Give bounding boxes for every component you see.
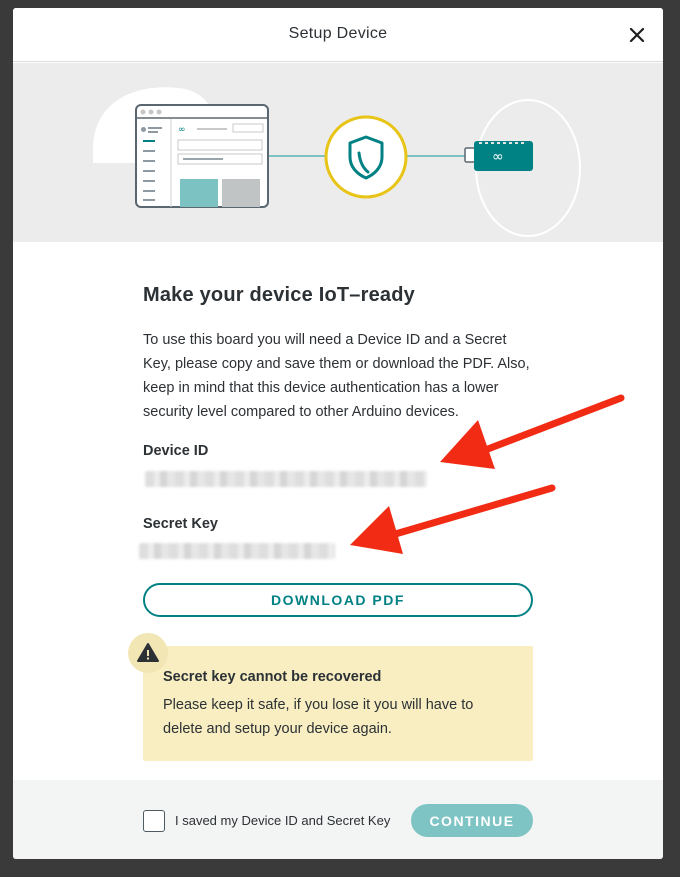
secret-key-value-redacted	[139, 543, 335, 559]
arduino-board-illustration: ∞	[463, 139, 535, 178]
device-id-value-redacted	[145, 471, 427, 487]
modal-header: Setup Device	[13, 8, 663, 62]
page-heading: Make your device IoT–ready	[143, 284, 415, 306]
modal-footer: I saved my Device ID and Secret Key CONT…	[13, 780, 663, 859]
warning-box: Secret key cannot be recovered Please ke…	[128, 633, 533, 761]
svg-text:∞: ∞	[178, 125, 186, 135]
warning-title: Secret key cannot be recovered	[163, 669, 382, 685]
hero-illustration: ∞ ∞	[13, 63, 663, 242]
secret-key-label: Secret Key	[143, 516, 218, 532]
saved-credentials-checkbox[interactable]	[143, 810, 165, 832]
description-text: To use this board you will need a Device…	[143, 332, 530, 420]
shield-icon	[324, 115, 408, 204]
svg-text:∞: ∞	[492, 149, 504, 165]
browser-window-illustration: ∞	[135, 104, 270, 215]
close-icon[interactable]	[623, 21, 651, 49]
checkbox-label: I saved my Device ID and Secret Key	[175, 813, 391, 828]
setup-device-modal: Setup Device ∞ ∞ Make your device IoT–re…	[13, 8, 663, 859]
download-pdf-button[interactable]: DOWNLOAD PDF	[143, 583, 533, 617]
warning-icon	[128, 633, 168, 673]
warning-text: Please keep it safe, if you lose it you …	[163, 697, 474, 737]
device-id-label: Device ID	[143, 443, 209, 459]
modal-title: Setup Device	[288, 25, 388, 42]
continue-button[interactable]: CONTINUE	[411, 804, 533, 837]
